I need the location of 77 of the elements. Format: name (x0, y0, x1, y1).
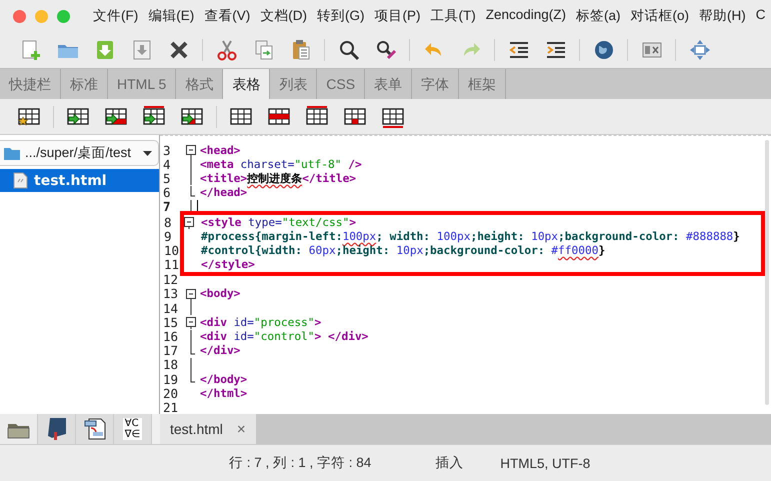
code-line: <body> (199, 287, 240, 300)
file-item[interactable]: test.html (0, 169, 159, 192)
symbols-icon: ∀C ∇∈ (122, 418, 142, 440)
line-number: 19 (162, 372, 180, 387)
close-icon[interactable] (168, 39, 190, 61)
line-number: 18 (162, 357, 180, 372)
menu-item[interactable]: C (750, 7, 771, 25)
scrollbar[interactable] (765, 140, 769, 405)
line-number: 7 (162, 199, 172, 214)
code-line: </style> (200, 258, 255, 272)
scissors-icon[interactable] (216, 39, 238, 61)
path-dropdown[interactable]: .../super/桌面/test (0, 140, 159, 166)
line-number: 16 (162, 329, 180, 344)
menu-item[interactable]: 帮助(H) (694, 7, 751, 25)
line-number: 17 (162, 343, 180, 358)
globe-icon[interactable] (592, 39, 614, 61)
code-line: <div id="process"> (199, 316, 322, 329)
line-number: 15 (162, 314, 180, 330)
panel-tab[interactable] (38, 414, 76, 444)
fold-toggle-icon[interactable] (185, 143, 197, 158)
line-number: 5 (162, 170, 172, 186)
code-line: <meta charset="utf-8" /> (199, 158, 362, 171)
line-number: 13 (162, 286, 180, 302)
panel-tab[interactable] (76, 414, 114, 444)
code-line: #process{margin-left:100px; width: 100px;height: 10px;background-color: #888888} (200, 230, 740, 243)
menu-item[interactable]: 工具(T) (426, 7, 481, 25)
indent-icon[interactable] (544, 39, 566, 61)
menu-item[interactable]: 查看(V) (199, 7, 256, 25)
code-line: <style type="text/css"> (200, 216, 356, 229)
line-number: 3 (162, 142, 172, 158)
line-number: 10 (163, 242, 180, 258)
document-tab[interactable]: test.html × (160, 414, 256, 444)
folder-icon (3, 145, 21, 161)
toolbar-tab[interactable]: 表格 (223, 69, 270, 99)
new-file-icon[interactable] (20, 39, 42, 61)
fold-toggle-icon[interactable] (185, 286, 197, 301)
outdent-icon[interactable] (508, 39, 530, 61)
move-arrows-icon[interactable] (688, 39, 710, 61)
close-icon[interactable]: × (236, 420, 246, 438)
copy-icon[interactable] (252, 39, 274, 61)
find-replace-icon[interactable] (374, 39, 396, 61)
code-line: <div id="control"> </div> (199, 330, 368, 344)
menu-item[interactable]: 项目(P) (370, 7, 426, 25)
menu-item[interactable]: Zencoding(Z) (480, 7, 572, 25)
code-line: </div> (199, 344, 240, 358)
line-number: 12 (162, 272, 180, 288)
line-number: 11 (163, 257, 180, 272)
line-number: 14 (162, 300, 180, 316)
close-button[interactable] (13, 10, 26, 22)
code-line: #control{width: 60px;height: 10px;background-color: #ff0000} (200, 244, 606, 257)
search-icon[interactable] (338, 39, 360, 61)
insert-mode: 插入 (435, 454, 464, 472)
code-line: </body> (199, 372, 248, 386)
html-file-icon (13, 172, 28, 189)
caret-icon (142, 150, 153, 156)
menu-item[interactable]: 文件(F) (88, 7, 144, 25)
menu-item[interactable]: 编辑(E) (143, 7, 200, 25)
document-icon (82, 416, 106, 442)
line-number: 9 (163, 228, 173, 244)
code-line: <title>控制进度条</title> (199, 170, 356, 186)
cursor-position: 行 : 7 , 列 : 1 , 字符 : 84 (229, 454, 372, 472)
line-number: 8 (163, 214, 173, 230)
line-number: 20 (162, 386, 180, 401)
encoding-label: HTML5, UTF-8 (500, 456, 590, 470)
code-line: <head> (199, 144, 240, 157)
line-number: 6 (162, 185, 172, 200)
line-number: 21 (162, 400, 180, 415)
menu-item[interactable]: 文档(D) (255, 7, 312, 25)
menu-item[interactable]: 转到(G) (312, 7, 370, 25)
panel-tab[interactable]: ∀C ∇∈ (114, 414, 152, 444)
code-line: </head> (199, 186, 248, 200)
fold-toggle-icon[interactable] (183, 215, 195, 230)
fold-toggle-icon[interactable] (185, 315, 197, 330)
menu-item[interactable]: 标签(a) (571, 7, 626, 25)
code-line: </html> (199, 386, 248, 400)
line-number: 4 (162, 156, 172, 172)
menu-item[interactable]: 对话框(o) (626, 7, 694, 25)
